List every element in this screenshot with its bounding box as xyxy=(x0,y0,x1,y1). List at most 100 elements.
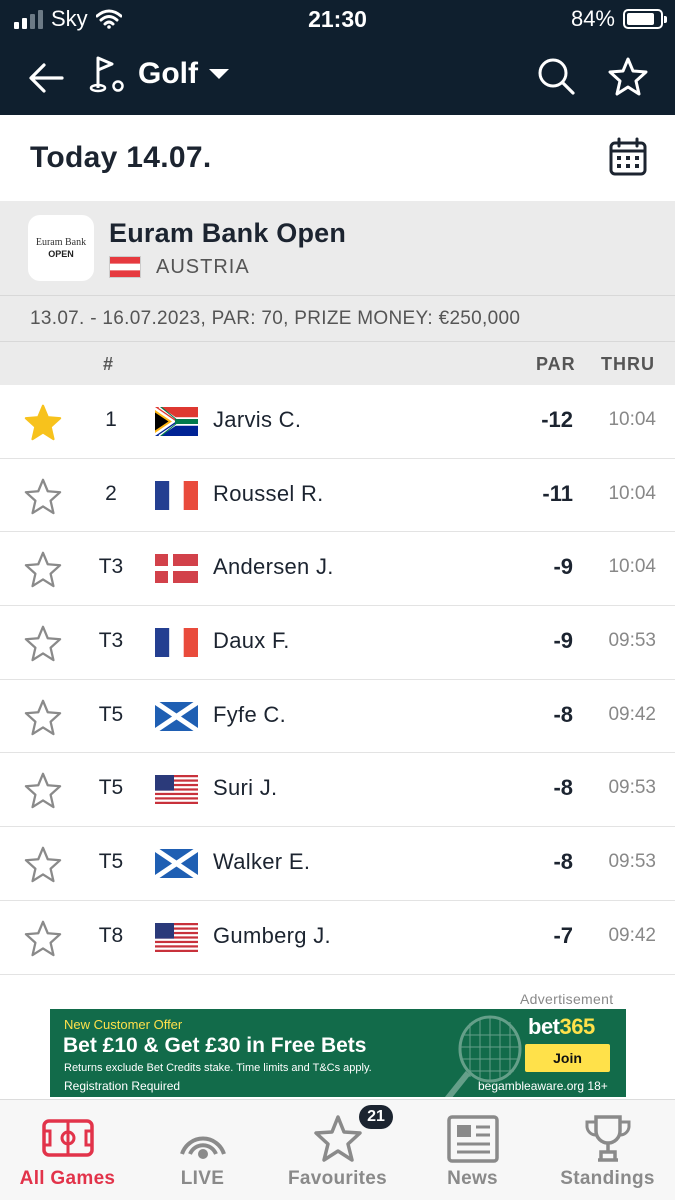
leaderboard-row[interactable]: T5 Suri J. -8 09:53 xyxy=(0,753,675,828)
ad-terms: Returns exclude Bet Credits stake. Time … xyxy=(64,1062,372,1074)
player-score: -11 xyxy=(542,480,573,506)
player-thru: 10:04 xyxy=(608,556,656,578)
golf-flag-icon xyxy=(89,56,124,93)
ad-offer: New Customer Offer xyxy=(64,1017,183,1032)
player-thru: 09:42 xyxy=(608,924,656,946)
player-position: T5 xyxy=(98,702,124,726)
player-score: -9 xyxy=(553,628,573,654)
tournament-logo: Euram Bank OPEN xyxy=(28,215,94,281)
favourite-toggle-icon[interactable] xyxy=(24,771,62,809)
player-thru: 10:04 xyxy=(608,409,656,430)
leaderboard-row[interactable]: T5 Walker E. -8 09:53 xyxy=(0,827,675,901)
pitch-icon xyxy=(42,1119,94,1157)
south-africa-flag-icon xyxy=(155,407,198,436)
player-position: T3 xyxy=(98,629,124,653)
player-thru: 09:53 xyxy=(608,851,656,873)
player-score: -8 xyxy=(553,701,573,727)
player-name: Daux F. xyxy=(213,628,290,654)
column-par: PAR xyxy=(536,354,576,374)
leaderboard-row[interactable]: T3 Andersen J. -9 10:04 xyxy=(0,532,675,607)
tab-label: LIVE xyxy=(180,1168,225,1189)
favourite-toggle-icon[interactable] xyxy=(24,624,62,662)
player-name: Suri J. xyxy=(213,775,278,801)
player-score: -9 xyxy=(553,554,573,580)
nav-bar: Golf xyxy=(0,38,675,115)
battery-icon xyxy=(623,9,667,29)
player-position: T5 xyxy=(98,850,124,874)
scotland-flag-icon xyxy=(155,701,198,731)
tournament-country: AUSTRIA xyxy=(156,256,250,278)
favourite-toggle-icon[interactable] xyxy=(24,919,62,957)
star-icon xyxy=(314,1115,362,1162)
date-row: Today 14.07. xyxy=(0,115,675,201)
austria-flag-icon xyxy=(109,256,141,278)
player-thru: 09:53 xyxy=(608,630,656,652)
player-name: Walker E. xyxy=(213,849,311,875)
favourite-toggle-icon[interactable] xyxy=(24,477,62,515)
player-position: T5 xyxy=(98,776,124,800)
usa-flag-icon xyxy=(155,775,198,805)
battery-percent: 84% xyxy=(570,6,615,31)
back-arrow-icon[interactable] xyxy=(26,58,66,98)
france-flag-icon xyxy=(155,480,198,510)
player-score: -8 xyxy=(553,849,573,875)
live-icon xyxy=(180,1136,226,1159)
search-icon[interactable] xyxy=(536,56,576,96)
scotland-flag-icon xyxy=(155,849,198,879)
leaderboard-row[interactable]: T3 Daux F. -9 09:53 xyxy=(0,606,675,680)
player-thru: 10:04 xyxy=(608,482,656,504)
usa-flag-icon xyxy=(155,922,198,952)
tournament-header[interactable]: Euram Bank OPEN Euram Bank Open AUSTRIA xyxy=(0,201,675,296)
ad-gamble-notice: begambleaware.org 18+ xyxy=(478,1079,608,1093)
player-name: Fyfe C. xyxy=(213,701,286,727)
denmark-flag-icon xyxy=(155,554,198,584)
tournament-info: 13.07. - 16.07.2023, PAR: 70, PRIZE MONE… xyxy=(30,308,521,329)
brand-part-b: 365 xyxy=(559,1014,596,1039)
tab-live[interactable]: LIVE xyxy=(135,1100,270,1200)
ad-headline: Bet £10 & Get £30 in Free Bets xyxy=(63,1034,367,1057)
favourite-star-icon[interactable] xyxy=(608,56,648,96)
chevron-down-icon xyxy=(209,69,229,79)
tab-all-games[interactable]: All Games xyxy=(0,1100,135,1200)
column-thru: THRU xyxy=(601,354,655,374)
sport-selector[interactable]: Golf xyxy=(88,54,230,94)
status-right: 84% xyxy=(570,6,667,32)
ad-registration: Registration Required xyxy=(64,1079,181,1093)
favourite-toggle-icon[interactable] xyxy=(24,550,62,588)
tab-label: All Games xyxy=(19,1168,116,1189)
leaderboard-row[interactable]: 1 Jarvis C. -12 10:04 xyxy=(0,385,675,459)
tab-label: Favourites xyxy=(287,1168,388,1189)
sport-name: Golf xyxy=(138,57,198,90)
join-button[interactable]: Join xyxy=(525,1044,610,1072)
favourite-toggle-icon[interactable] xyxy=(24,698,62,736)
player-position: 2 xyxy=(105,481,117,505)
favourite-toggle-icon[interactable] xyxy=(24,845,62,883)
leaderboard: 1 Jarvis C. -12 10:04 2 Roussel R. -11 1… xyxy=(0,385,675,975)
player-score: -12 xyxy=(541,407,573,432)
favourite-toggle-icon[interactable] xyxy=(24,403,62,441)
trophy-icon xyxy=(585,1115,631,1162)
tab-standings[interactable]: Standings xyxy=(540,1100,675,1200)
bet365-logo: bet365 xyxy=(528,1014,595,1040)
player-position: T3 xyxy=(98,555,124,579)
brand-part-a: bet xyxy=(528,1014,560,1039)
tournament-name: Euram Bank Open xyxy=(109,218,347,248)
leaderboard-column-header: # PAR THRU xyxy=(0,342,675,385)
player-thru: 09:53 xyxy=(608,777,656,799)
date-title: Today 14.07. xyxy=(30,141,212,174)
tournament-info-row: 13.07. - 16.07.2023, PAR: 70, PRIZE MONE… xyxy=(0,296,675,342)
tab-news[interactable]: News xyxy=(405,1100,540,1200)
news-icon xyxy=(447,1115,499,1163)
tab-label: Standings xyxy=(560,1168,655,1189)
leaderboard-row[interactable]: T5 Fyfe C. -8 09:42 xyxy=(0,679,675,754)
player-score: -8 xyxy=(553,775,573,801)
calendar-icon[interactable] xyxy=(608,137,648,177)
leaderboard-row[interactable]: 2 Roussel R. -11 10:04 xyxy=(0,458,675,533)
tab-bar: All Games LIVE Favourites News Standings xyxy=(0,1099,675,1200)
france-flag-icon xyxy=(155,628,198,658)
player-name: Jarvis C. xyxy=(213,407,302,432)
advertisement-banner[interactable]: New Customer Offer Bet £10 & Get £30 in … xyxy=(50,1009,626,1097)
player-name: Andersen J. xyxy=(213,554,334,580)
leaderboard-row[interactable]: T8 Gumberg J. -7 09:42 xyxy=(0,900,675,975)
column-position: # xyxy=(103,354,115,374)
